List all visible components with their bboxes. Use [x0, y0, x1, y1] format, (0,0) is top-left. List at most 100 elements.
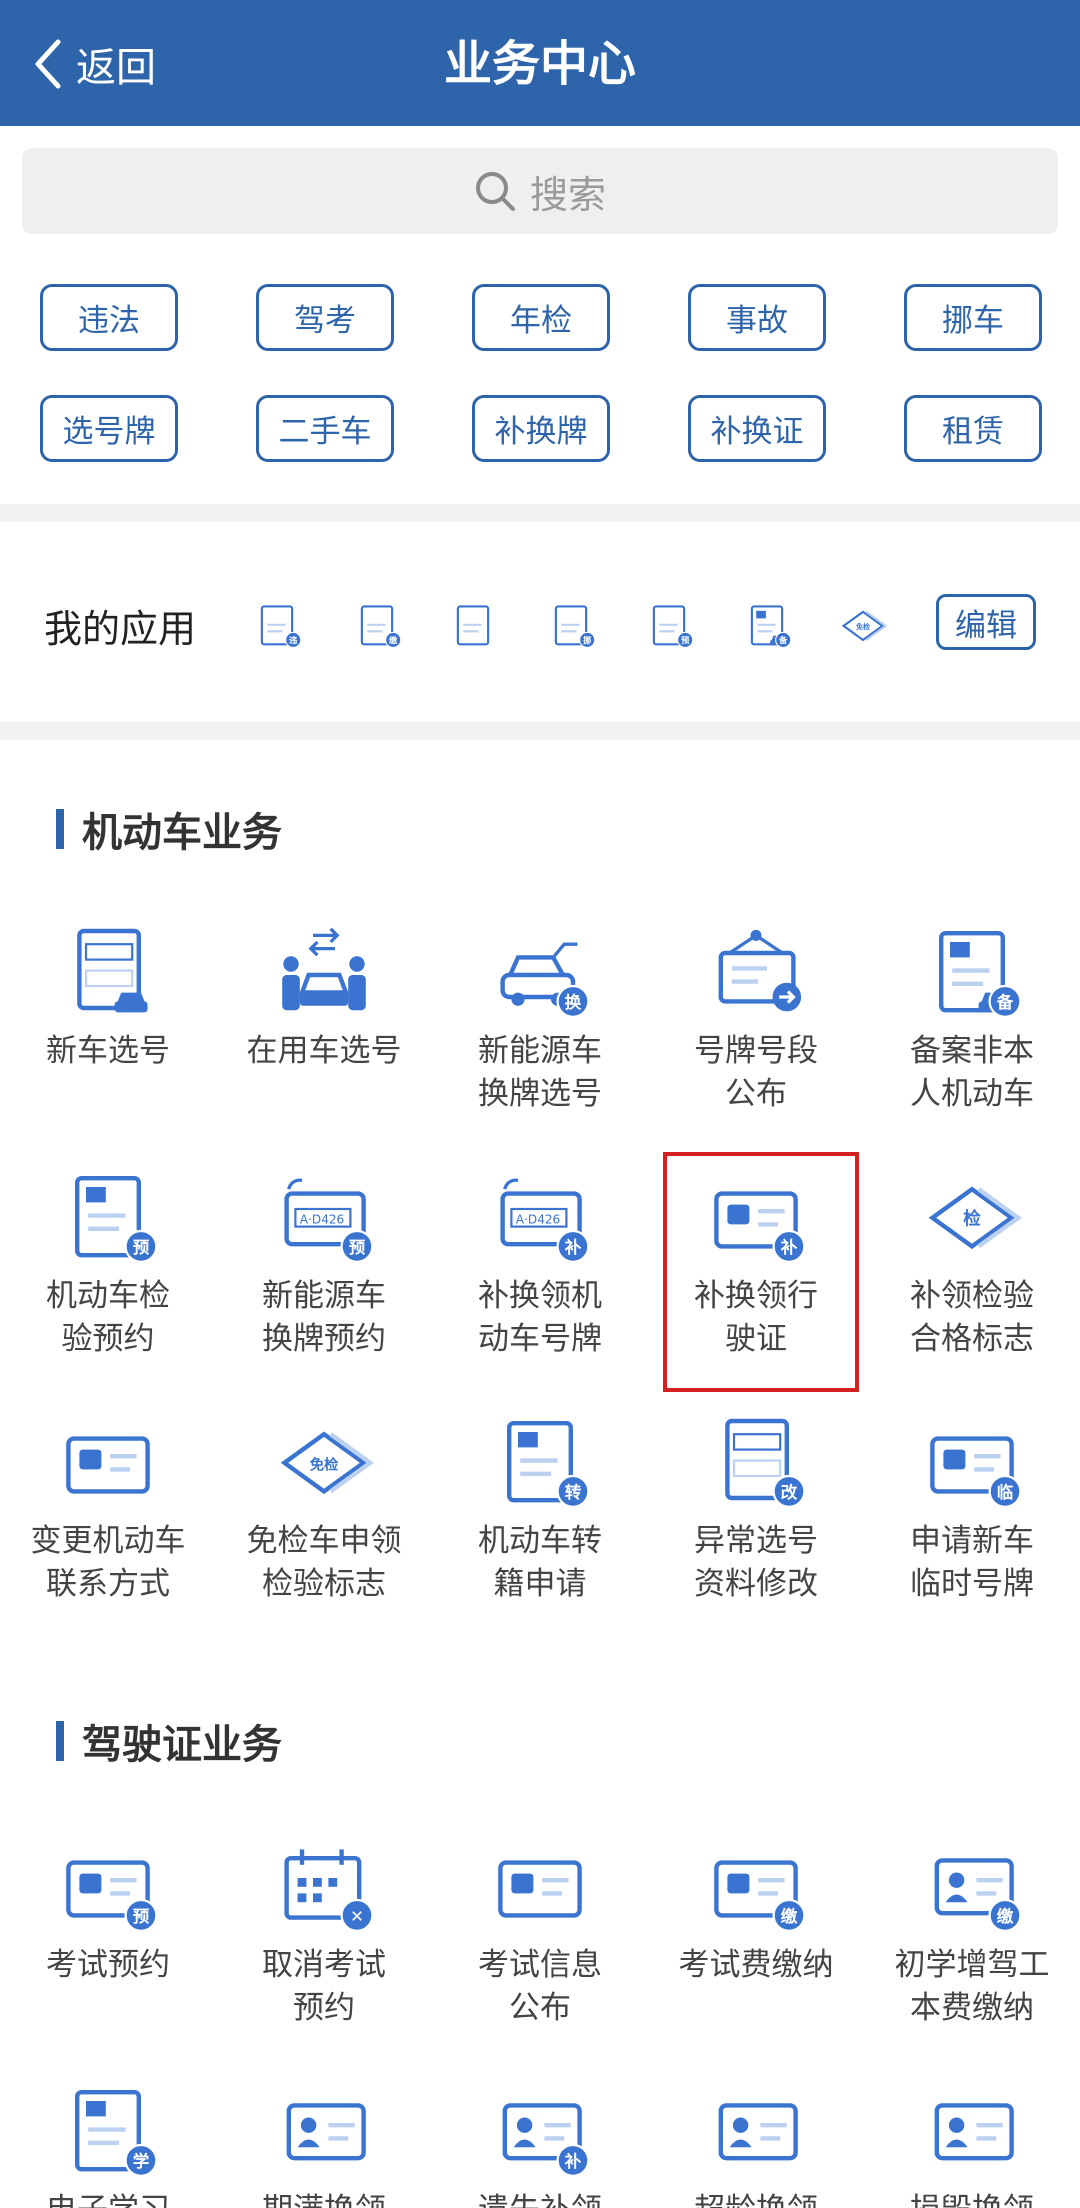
service-label: 新能源车 换牌选号: [478, 1033, 602, 1112]
service-item[interactable]: 损毁换领: [864, 2079, 1080, 2208]
quick-tag[interactable]: 年检: [472, 284, 610, 351]
divider: [0, 504, 1080, 522]
car-exchange-icon: [269, 920, 379, 1020]
lost-replace-icon: 补: [485, 2079, 595, 2179]
service-item[interactable]: 备备案非本 人机动车: [864, 920, 1080, 1116]
plate-change-icon[interactable]: [446, 600, 500, 652]
service-item[interactable]: ✕ 取消考试 预约: [216, 1834, 432, 2030]
edit-button[interactable]: 编辑: [936, 594, 1036, 650]
service-label: 变更机动车 联系方式: [30, 1523, 186, 1602]
service-item[interactable]: 补遗失补领: [432, 2079, 648, 2208]
study-doc-icon: 学: [53, 2079, 163, 2179]
service-label: 电子学习: [0, 2189, 216, 2208]
svg-text:✕: ✕: [350, 1907, 364, 1926]
plate-board-icon: [701, 920, 811, 1020]
svg-text:缴: 缴: [781, 1906, 798, 1926]
service-item[interactable]: 临申请新车 临时号牌: [864, 1410, 1080, 1606]
service-item[interactable]: A·D426 补补换领机 动车号牌: [432, 1165, 648, 1361]
service-item[interactable]: 补补换领行 驶证: [648, 1165, 864, 1361]
divider: [0, 722, 1080, 740]
service-label: 号牌号段 公布: [694, 1033, 818, 1112]
service-item[interactable]: 转机动车转 籍申请: [432, 1410, 648, 1606]
service-label: 遗失补领: [432, 2189, 648, 2208]
svg-text:补: 补: [564, 2151, 582, 2171]
service-item[interactable]: 缴考试费缴纳: [648, 1834, 864, 1987]
record-car-icon: 备: [917, 920, 1027, 1020]
cancel-exam-icon: ✕: [269, 1834, 379, 1934]
section-title-text: 驾驶证业务: [82, 1722, 282, 1768]
section-marker: [56, 809, 64, 849]
service-label: 新车选号: [46, 1033, 170, 1069]
svg-text:转: 转: [565, 1482, 582, 1502]
quick-tag[interactable]: 补换牌: [472, 395, 610, 462]
service-label: 补换领机 动车号牌: [478, 1278, 602, 1357]
service-label: 机动车检 验预约: [46, 1278, 170, 1357]
svg-text:预: 预: [349, 1238, 366, 1257]
service-item[interactable]: 在用车选号: [216, 920, 432, 1073]
service-item[interactable]: 换新能源车 换牌选号: [432, 920, 648, 1116]
svg-text:补: 补: [780, 1237, 798, 1257]
service-label: 新能源车 换牌预约: [262, 1278, 386, 1357]
svg-text:缴: 缴: [389, 635, 398, 645]
my-apps-bar: 我的应用 违 缴 挪 预 备 免检: [0, 524, 1080, 724]
service-item[interactable]: 学电子学习: [0, 2079, 216, 2208]
fee-document-icon[interactable]: 缴: [350, 600, 404, 652]
service-item[interactable]: A·D426 预新能源车 换牌预约: [216, 1165, 432, 1361]
inspection-booking-icon[interactable]: 预: [642, 600, 696, 652]
overage-renew-icon: [701, 2079, 811, 2179]
service-item[interactable]: 预考试预约: [0, 1834, 216, 1987]
section-title-license: 驾驶证业务: [56, 1712, 282, 1770]
service-item[interactable]: 变更机动车 联系方式: [0, 1410, 216, 1606]
ev-plate-icon: A·D426 预: [269, 1165, 379, 1265]
service-item[interactable]: 新车选号: [0, 920, 216, 1073]
car-violation-icon[interactable]: 违: [250, 600, 304, 652]
service-item[interactable]: 免检免检车申领 检验标志: [216, 1410, 432, 1606]
quick-tag[interactable]: 选号牌: [40, 395, 178, 462]
quick-tag[interactable]: 挪车: [904, 284, 1042, 351]
search-input[interactable]: 搜索: [22, 148, 1058, 234]
quick-tag[interactable]: 二手车: [256, 395, 394, 462]
exemption-badge-icon[interactable]: 免检: [836, 600, 890, 652]
service-item[interactable]: 检补领检验 合格标志: [864, 1165, 1080, 1361]
service-item[interactable]: 改异常选号 资料修改: [648, 1410, 864, 1606]
svg-text:缴: 缴: [997, 1906, 1014, 1926]
quick-tag[interactable]: 事故: [688, 284, 826, 351]
service-item[interactable]: 考试信息 公布: [432, 1834, 648, 2030]
record-car-icon[interactable]: 备: [740, 600, 794, 652]
service-label: 补领检验 合格标志: [910, 1278, 1034, 1357]
svg-text:预: 预: [681, 635, 689, 645]
svg-text:免检: 免检: [310, 1455, 339, 1473]
plate-select-icon: [53, 920, 163, 1020]
svg-text:预: 预: [133, 1907, 150, 1926]
svg-text:预: 预: [133, 1238, 150, 1257]
service-item[interactable]: 期满换领: [216, 2079, 432, 2208]
service-label: 在用车选号: [246, 1033, 402, 1069]
service-label: 期满换领: [216, 2189, 432, 2208]
transfer-doc-icon: 转: [485, 1410, 595, 1510]
service-label: 补换领行 驶证: [694, 1278, 818, 1357]
section-title-vehicle: 机动车业务: [56, 800, 282, 858]
svg-text:备: 备: [778, 635, 788, 645]
exemption-badge-icon: 免检: [269, 1410, 379, 1510]
service-label: 考试费缴纳: [678, 1947, 834, 1983]
temp-plate-icon: 临: [917, 1410, 1027, 1510]
service-label: 取消考试 预约: [262, 1947, 386, 2026]
quick-tag[interactable]: 驾考: [256, 284, 394, 351]
quick-tag[interactable]: 违法: [40, 284, 178, 351]
move-car-icon[interactable]: 挪: [544, 600, 598, 652]
svg-text:违: 违: [289, 635, 297, 645]
quick-tag[interactable]: 租赁: [904, 395, 1042, 462]
service-label: 考试预约: [46, 1947, 170, 1983]
service-item[interactable]: 号牌号段 公布: [648, 920, 864, 1116]
service-item[interactable]: 超龄换领: [648, 2079, 864, 2208]
quick-tag[interactable]: 补换证: [688, 395, 826, 462]
svg-text:挪: 挪: [583, 635, 591, 645]
page-title: 业务中心: [443, 36, 636, 92]
service-label: 免检车申领 检验标志: [246, 1523, 402, 1602]
service-label: 损毁换领: [864, 2189, 1080, 2208]
service-label: 异常选号 资料修改: [694, 1523, 818, 1602]
service-item[interactable]: 预机动车检 验预约: [0, 1165, 216, 1361]
service-label: 初学增驾工 本费缴纳: [894, 1947, 1050, 2026]
inspection-badge-icon: 检: [917, 1165, 1027, 1265]
service-item[interactable]: 缴初学增驾工 本费缴纳: [864, 1834, 1080, 2030]
